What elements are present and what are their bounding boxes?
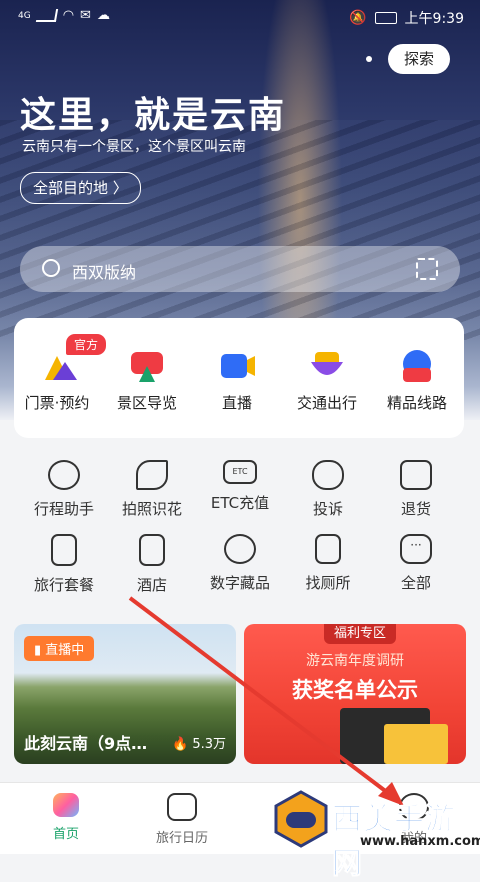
watermark: 西美手游网 www.hanxm.com (268, 790, 480, 882)
watermark-logo (274, 790, 328, 848)
watermark-url: www.hanxm.com (360, 834, 480, 849)
annotation-arrow (128, 596, 404, 806)
